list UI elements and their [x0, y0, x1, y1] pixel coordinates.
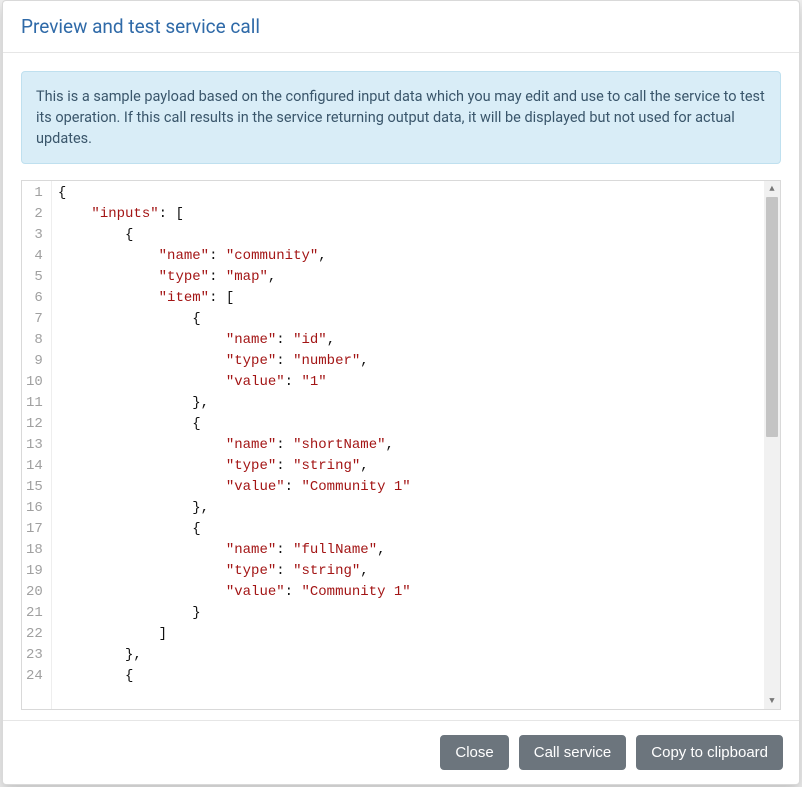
code-line[interactable]: "value": "Community 1": [58, 582, 764, 603]
code-line[interactable]: "value": "Community 1": [58, 477, 764, 498]
code-line[interactable]: {: [58, 309, 764, 330]
code-line[interactable]: "name": "community",: [58, 246, 764, 267]
line-number: 16: [26, 498, 43, 519]
line-number: 1: [26, 183, 43, 204]
preview-test-service-modal: Preview and test service call This is a …: [2, 0, 800, 785]
code-line[interactable]: },: [58, 498, 764, 519]
modal-title: Preview and test service call: [21, 15, 781, 38]
line-number: 18: [26, 540, 43, 561]
line-number: 13: [26, 435, 43, 456]
code-line[interactable]: },: [58, 393, 764, 414]
editor-scrollbar[interactable]: ▲ ▼: [764, 181, 780, 708]
line-number: 5: [26, 267, 43, 288]
modal-header: Preview and test service call: [3, 1, 799, 53]
code-line[interactable]: {: [58, 225, 764, 246]
line-number: 4: [26, 246, 43, 267]
line-number: 8: [26, 330, 43, 351]
copy-to-clipboard-button[interactable]: Copy to clipboard: [636, 735, 783, 771]
code-line[interactable]: {: [58, 414, 764, 435]
code-line[interactable]: "type": "string",: [58, 561, 764, 582]
line-number: 24: [26, 666, 43, 687]
call-service-button[interactable]: Call service: [519, 735, 627, 771]
code-line[interactable]: {: [58, 666, 764, 687]
code-line[interactable]: "value": "1": [58, 372, 764, 393]
line-number: 22: [26, 624, 43, 645]
line-number: 12: [26, 414, 43, 435]
line-number: 14: [26, 456, 43, 477]
code-line[interactable]: {: [58, 183, 764, 204]
modal-body: This is a sample payload based on the co…: [3, 53, 799, 720]
line-number: 17: [26, 519, 43, 540]
line-number: 9: [26, 351, 43, 372]
line-number: 10: [26, 372, 43, 393]
modal-footer: Close Call service Copy to clipboard: [3, 720, 799, 785]
editor-code-area[interactable]: { "inputs": [ { "name": "community", "ty…: [52, 181, 764, 708]
close-button[interactable]: Close: [440, 735, 508, 771]
code-line[interactable]: "name": "shortName",: [58, 435, 764, 456]
line-number: 11: [26, 393, 43, 414]
scroll-down-icon[interactable]: ▼: [764, 693, 780, 709]
line-number: 15: [26, 477, 43, 498]
code-line[interactable]: "name": "id",: [58, 330, 764, 351]
line-number: 6: [26, 288, 43, 309]
code-line[interactable]: ]: [58, 624, 764, 645]
line-number: 21: [26, 603, 43, 624]
line-number: 7: [26, 309, 43, 330]
line-number: 23: [26, 645, 43, 666]
code-line[interactable]: "type": "string",: [58, 456, 764, 477]
payload-editor[interactable]: 123456789101112131415161718192021222324 …: [21, 180, 781, 709]
line-number: 20: [26, 582, 43, 603]
line-number: 3: [26, 225, 43, 246]
line-number: 2: [26, 204, 43, 225]
info-alert: This is a sample payload based on the co…: [21, 71, 781, 164]
code-line[interactable]: "type": "number",: [58, 351, 764, 372]
code-line[interactable]: "name": "fullName",: [58, 540, 764, 561]
code-line[interactable]: }: [58, 603, 764, 624]
scroll-thumb[interactable]: [766, 197, 778, 437]
code-line[interactable]: "item": [: [58, 288, 764, 309]
code-line[interactable]: {: [58, 519, 764, 540]
code-line[interactable]: },: [58, 645, 764, 666]
code-line[interactable]: "inputs": [: [58, 204, 764, 225]
editor-gutter: 123456789101112131415161718192021222324: [22, 181, 52, 708]
scroll-up-icon[interactable]: ▲: [764, 181, 780, 197]
code-line[interactable]: "type": "map",: [58, 267, 764, 288]
line-number: 19: [26, 561, 43, 582]
